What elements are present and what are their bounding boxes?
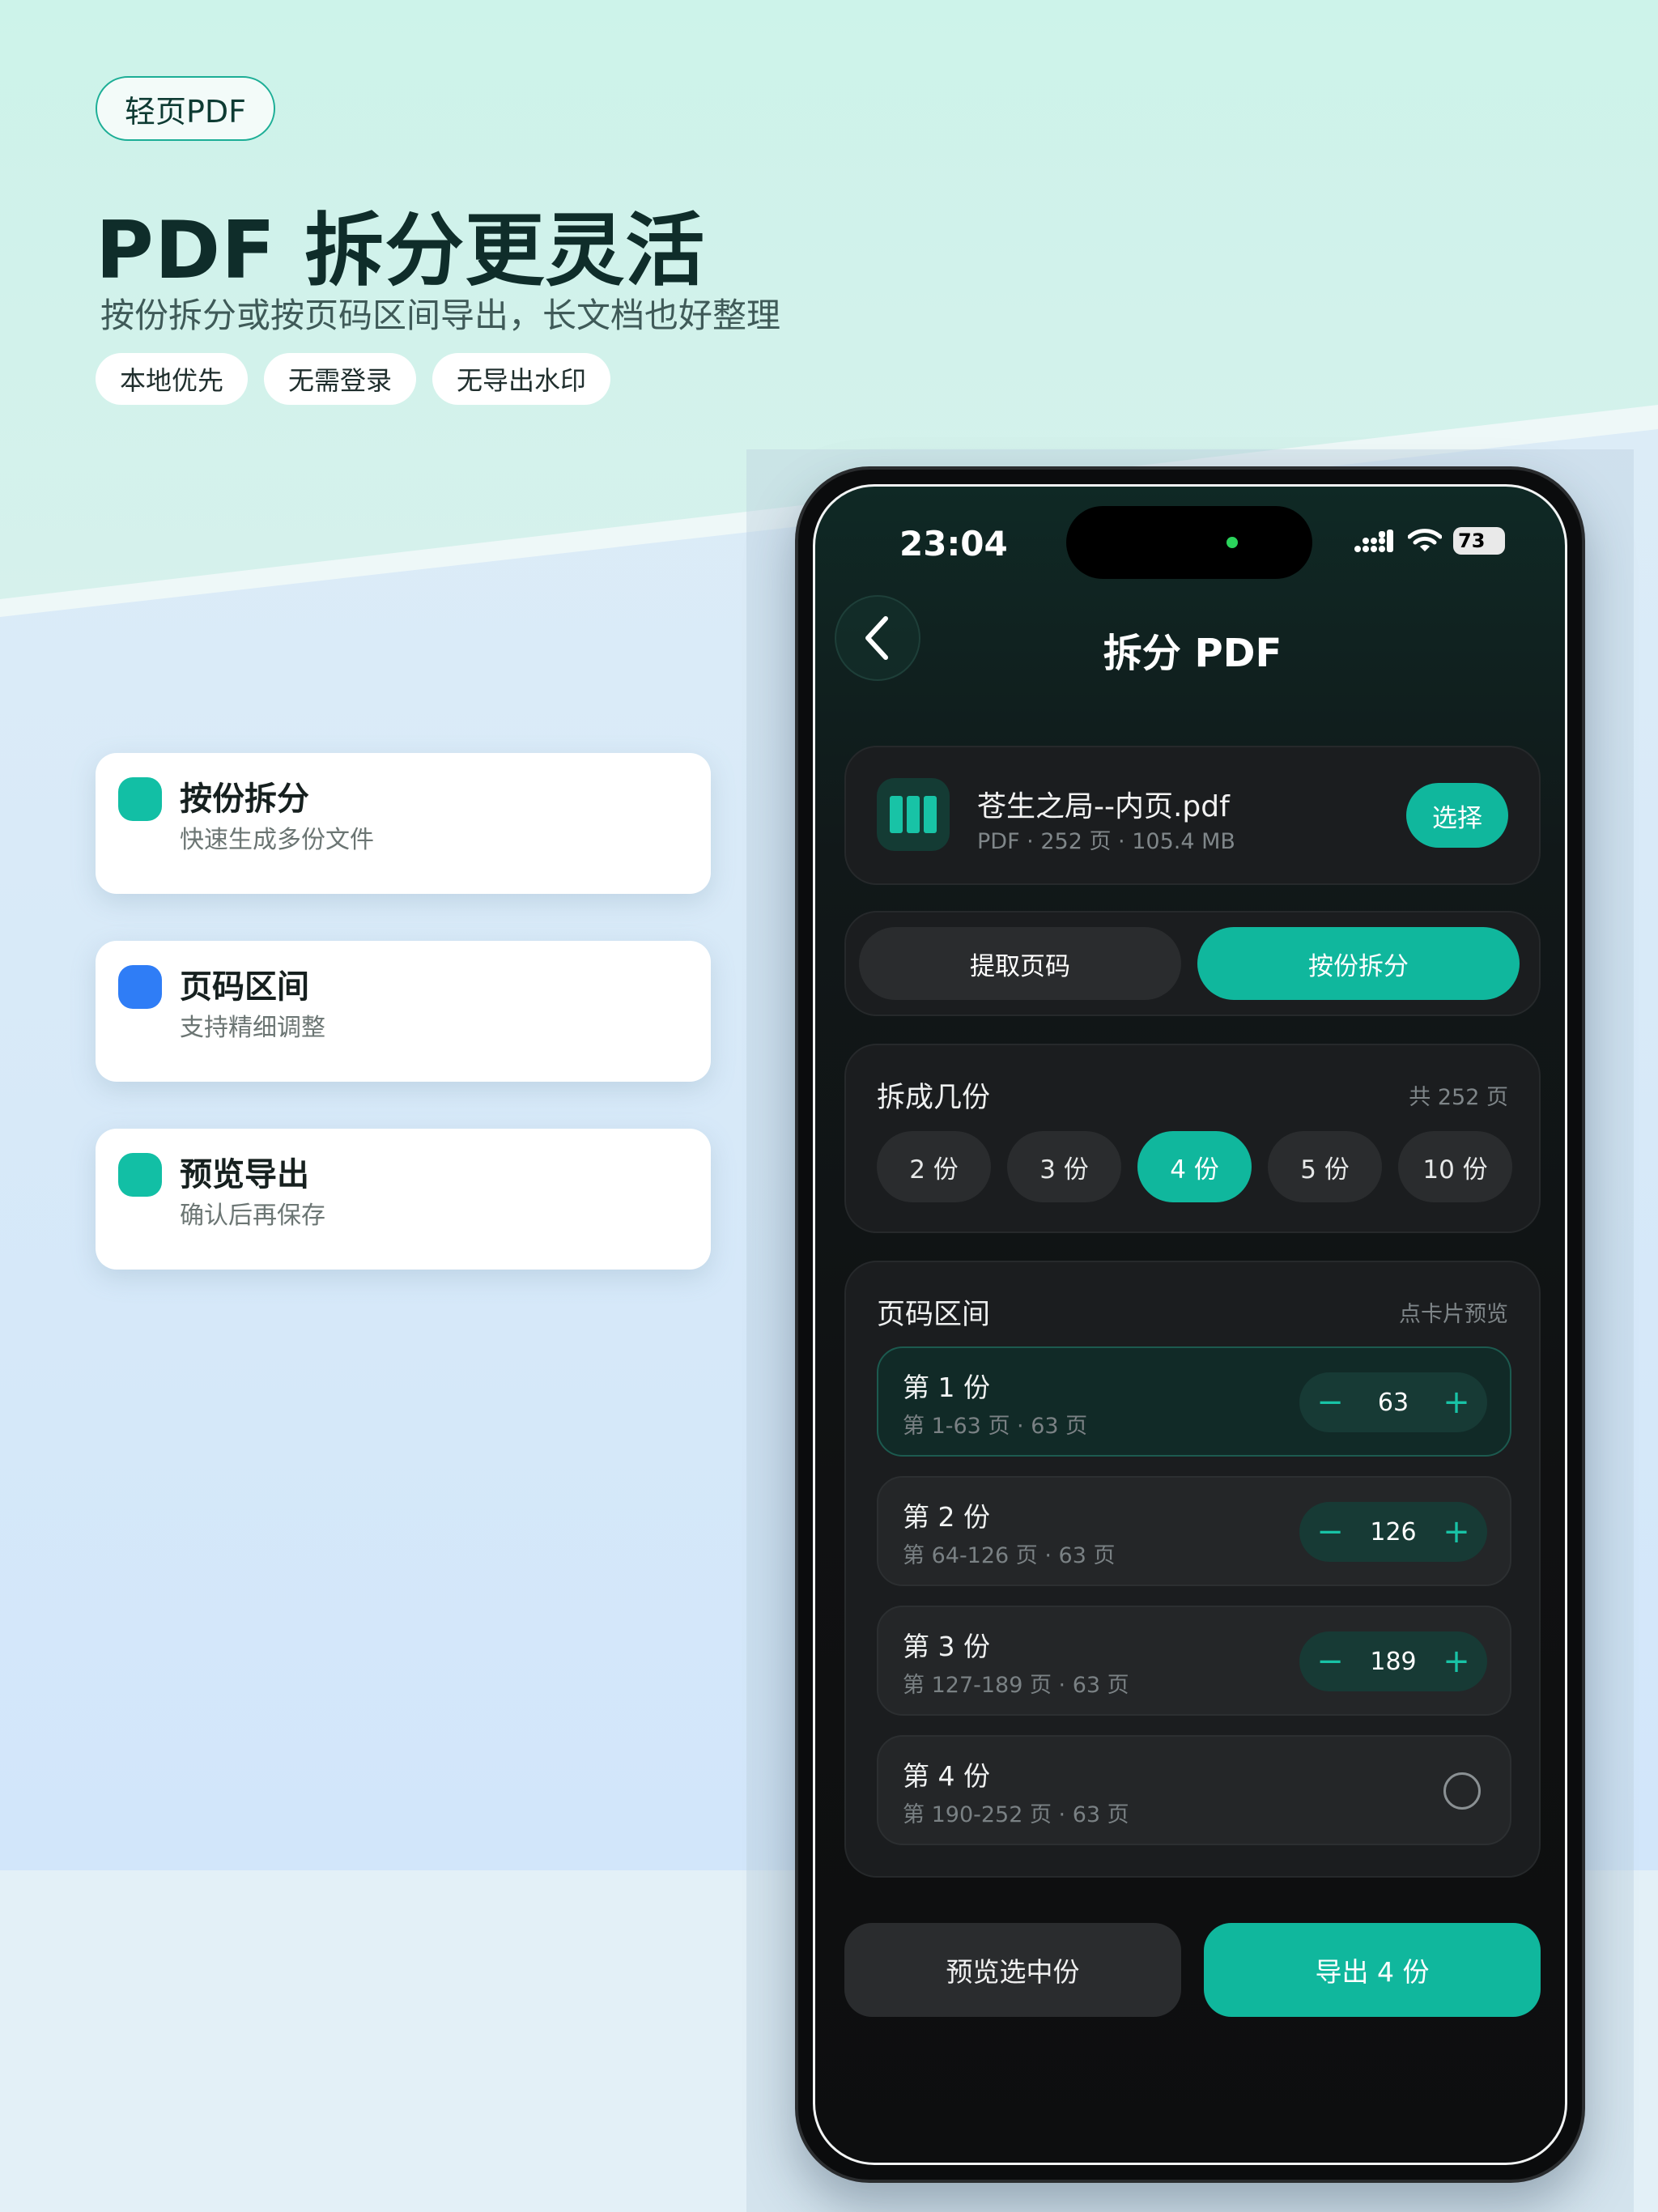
chip-5-parts[interactable]: 5 份 [1268,1131,1382,1202]
feature-title: 按份拆分 [180,781,309,818]
feature-card-preview-export: 预览导出 确认后再保存 [96,1129,711,1270]
feature-subtitle: 快速生成多份文件 [180,826,374,854]
select-file-button[interactable]: 选择 [1406,783,1508,848]
chip-10-parts[interactable]: 10 份 [1398,1131,1512,1202]
end-page-value: 126 [1370,1517,1417,1546]
pdf-file-icon [877,778,950,851]
feature-card-page-range: 页码区间 支持精细调整 [96,941,711,1082]
file-meta: PDF · 252 页 · 105.4 MB [977,829,1235,854]
dynamic-island [1066,506,1312,579]
split-count-title: 拆成几份 [877,1082,991,1114]
part-title: 第 1 份 [903,1372,990,1403]
part-range: 第 1-63 页 · 63 页 [903,1414,1088,1439]
plus-icon[interactable]: + [1440,1645,1473,1678]
end-page-value: 63 [1377,1388,1409,1417]
subheadline: 按份拆分或按页码区间导出，长文档也好整理 [100,296,781,335]
part-card-4[interactable]: 第 4 份 第 190-252 页 · 63 页 [877,1735,1511,1845]
tag-list: 本地优先 无需登录 无导出水印 [96,353,611,405]
tab-split-by-count[interactable]: 按份拆分 [1197,927,1520,1000]
chip-4-parts[interactable]: 4 份 [1137,1131,1252,1202]
cellular-signal-icon [1354,530,1393,552]
minus-icon[interactable]: − [1314,1386,1346,1419]
minus-icon[interactable]: − [1314,1645,1346,1678]
export-button[interactable]: 导出 4 份 [1204,1923,1541,2017]
part-card-3[interactable]: 第 3 份 第 127-189 页 · 63 页 − 189 + [877,1606,1511,1716]
battery-icon: 73 [1453,527,1505,555]
part-range: 第 64-126 页 · 63 页 [903,1543,1116,1568]
tag-no-login: 无需登录 [264,353,417,405]
phone-frame: 23:04 73 拆分 PDF 苍生之局--内页.pdf PDF · 252 页… [795,466,1585,2183]
status-icons: 73 [1354,527,1505,555]
part-title: 第 2 份 [903,1501,990,1533]
part-card-1[interactable]: 第 1 份 第 1-63 页 · 63 页 − 63 + [877,1346,1511,1457]
file-card: 苍生之局--内页.pdf PDF · 252 页 · 105.4 MB 选择 [844,746,1541,885]
tag-no-watermark: 无导出水印 [432,353,611,405]
total-pages-note: 共 252 页 [1409,1085,1508,1110]
select-radio[interactable] [1443,1772,1481,1810]
part-title: 第 3 份 [903,1631,990,1662]
feature-subtitle: 支持精细调整 [180,1014,325,1042]
page-range-title: 页码区间 [877,1299,991,1331]
page-title: 拆分 PDF [1103,631,1282,676]
part-range: 第 190-252 页 · 63 页 [903,1802,1129,1827]
file-name: 苍生之局--内页.pdf [977,790,1230,823]
plus-icon[interactable]: + [1440,1516,1473,1548]
part-range: 第 127-189 页 · 63 页 [903,1673,1129,1698]
tag-local-first: 本地优先 [96,353,249,405]
phone-screen: 23:04 73 拆分 PDF 苍生之局--内页.pdf PDF · 252 页… [813,484,1567,2165]
brand-badge: 轻页PDF [96,76,275,141]
camera-indicator-icon [1226,537,1238,548]
feature-dot-icon [118,777,162,821]
wifi-icon [1408,529,1442,551]
part-title: 第 4 份 [903,1760,990,1792]
minus-icon[interactable]: − [1314,1516,1346,1548]
feature-card-split-by-count: 按份拆分 快速生成多份文件 [96,753,711,894]
feature-dot-icon [118,965,162,1009]
end-page-value: 189 [1370,1647,1417,1676]
tab-extract-pages[interactable]: 提取页码 [859,927,1181,1000]
part-card-2[interactable]: 第 2 份 第 64-126 页 · 63 页 − 126 + [877,1476,1511,1586]
split-count-options: 2 份 3 份 4 份 5 份 10 份 [877,1131,1512,1202]
chip-3-parts[interactable]: 3 份 [1007,1131,1121,1202]
chip-2-parts[interactable]: 2 份 [877,1131,991,1202]
status-time: 23:04 [899,524,1008,564]
feature-title: 预览导出 [180,1156,309,1193]
split-count-panel: 拆成几份 共 252 页 2 份 3 份 4 份 5 份 10 份 [844,1044,1541,1233]
plus-icon[interactable]: + [1440,1386,1473,1419]
end-page-stepper: − 63 + [1299,1372,1487,1432]
headline: PDF 拆分更灵活 [96,205,706,297]
preview-hint: 点卡片预览 [1399,1302,1508,1327]
page-range-panel: 页码区间 点卡片预览 第 1 份 第 1-63 页 · 63 页 − 63 + … [844,1261,1541,1878]
feature-subtitle: 确认后再保存 [180,1202,325,1230]
feature-title: 页码区间 [180,968,309,1006]
feature-dot-icon [118,1153,162,1197]
end-page-stepper: − 189 + [1299,1631,1487,1691]
preview-selected-button[interactable]: 预览选中份 [844,1923,1181,2017]
end-page-stepper: − 126 + [1299,1502,1487,1562]
mode-segmented-control: 提取页码 按份拆分 [844,911,1541,1016]
